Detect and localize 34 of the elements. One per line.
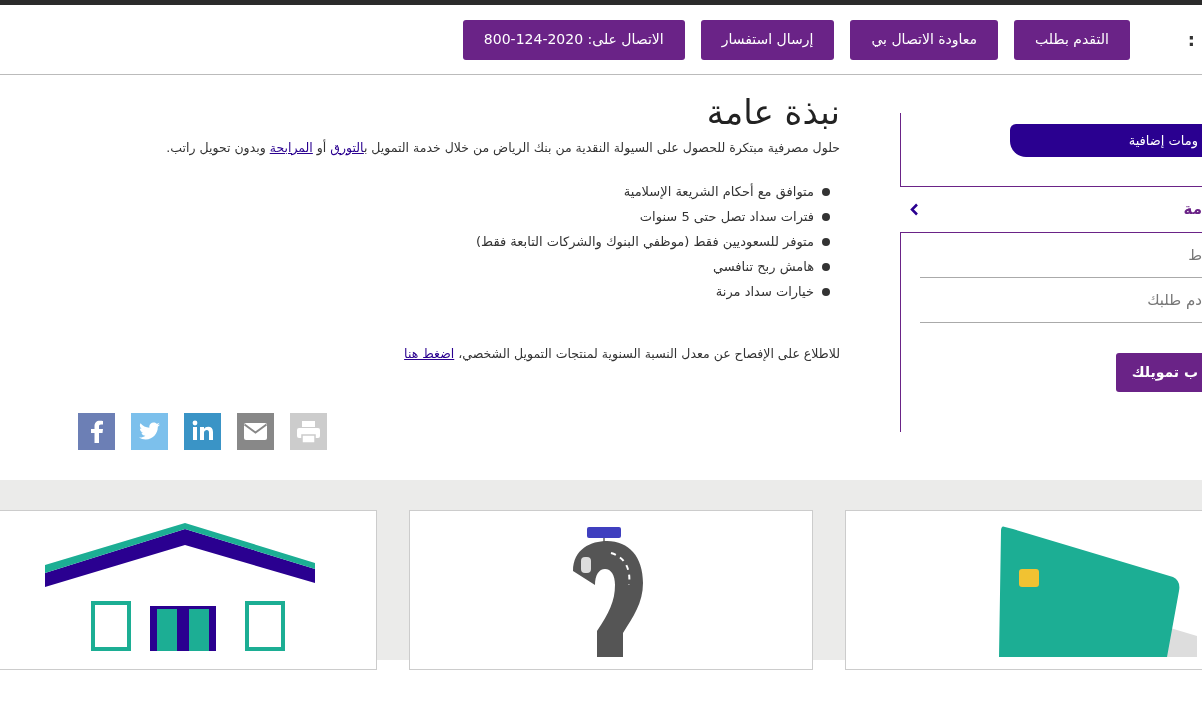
- product-card[interactable]: [0, 510, 377, 670]
- click-here-link[interactable]: اضغط هنا: [404, 345, 455, 361]
- bullet-icon: [822, 263, 830, 272]
- mail-icon[interactable]: [237, 413, 274, 451]
- intro-paragraph: حلول مصرفية مبتكرة للحصول على السيولة النقدية من بنك الرياض من خلال خدمة التمويل بالتورق أو المرابحة وبدون تحويل راتب.: [165, 138, 840, 158]
- sidebar-link[interactable]: ط: [920, 233, 1202, 278]
- bullet-icon: [822, 213, 830, 222]
- tawarruq-link[interactable]: التورق: [330, 139, 364, 155]
- header-button[interactable]: التقدم بطلب: [1014, 19, 1130, 60]
- accordion-header[interactable]: مة: [900, 187, 1202, 232]
- header-button[interactable]: إرسال استفسار: [700, 19, 835, 60]
- sidebar-link[interactable]: دم طلبك: [920, 278, 1202, 323]
- header-label: :: [1187, 28, 1195, 52]
- page-title: نبذة عامة: [705, 92, 840, 133]
- bullet-icon: [822, 238, 830, 247]
- feature-text: خيارات سداد مرنة: [715, 283, 814, 302]
- product-card[interactable]: [409, 510, 813, 670]
- feature-text: فترات سداد تصل حتى 5 سنوات: [639, 208, 814, 227]
- bullet-icon: [822, 288, 830, 297]
- feature-text: متوفر للسعوديين فقط (موظفي البنوك والشركات التابعة فقط): [476, 233, 814, 252]
- feature-text: هامش ربح تنافسي: [712, 258, 814, 277]
- linkedin-icon[interactable]: [184, 413, 221, 451]
- chevron-icon: [910, 203, 919, 216]
- header-button[interactable]: معاودة الاتصال بي: [850, 19, 999, 60]
- bullet-icon: [822, 188, 830, 197]
- disclosure-text: للاطلاع على الإفصاح عن معدل النسبة السنوية لمنتجات التمويل الشخصي، اضغط هنا: [403, 344, 840, 364]
- murabaha-link[interactable]: المرابحة: [269, 139, 313, 155]
- facebook-icon[interactable]: [78, 413, 115, 451]
- info-button[interactable]: ومات إضافية: [1010, 124, 1202, 157]
- accordion-label: مة: [1183, 199, 1202, 221]
- calculate-button[interactable]: ب تمويلك: [1115, 353, 1202, 392]
- header-button[interactable]: الاتصال على: 2020-124-800: [462, 19, 685, 60]
- feature-text: متوافق مع أحكام الشريعة الإسلامية: [623, 182, 814, 202]
- twitter-icon[interactable]: [131, 413, 168, 451]
